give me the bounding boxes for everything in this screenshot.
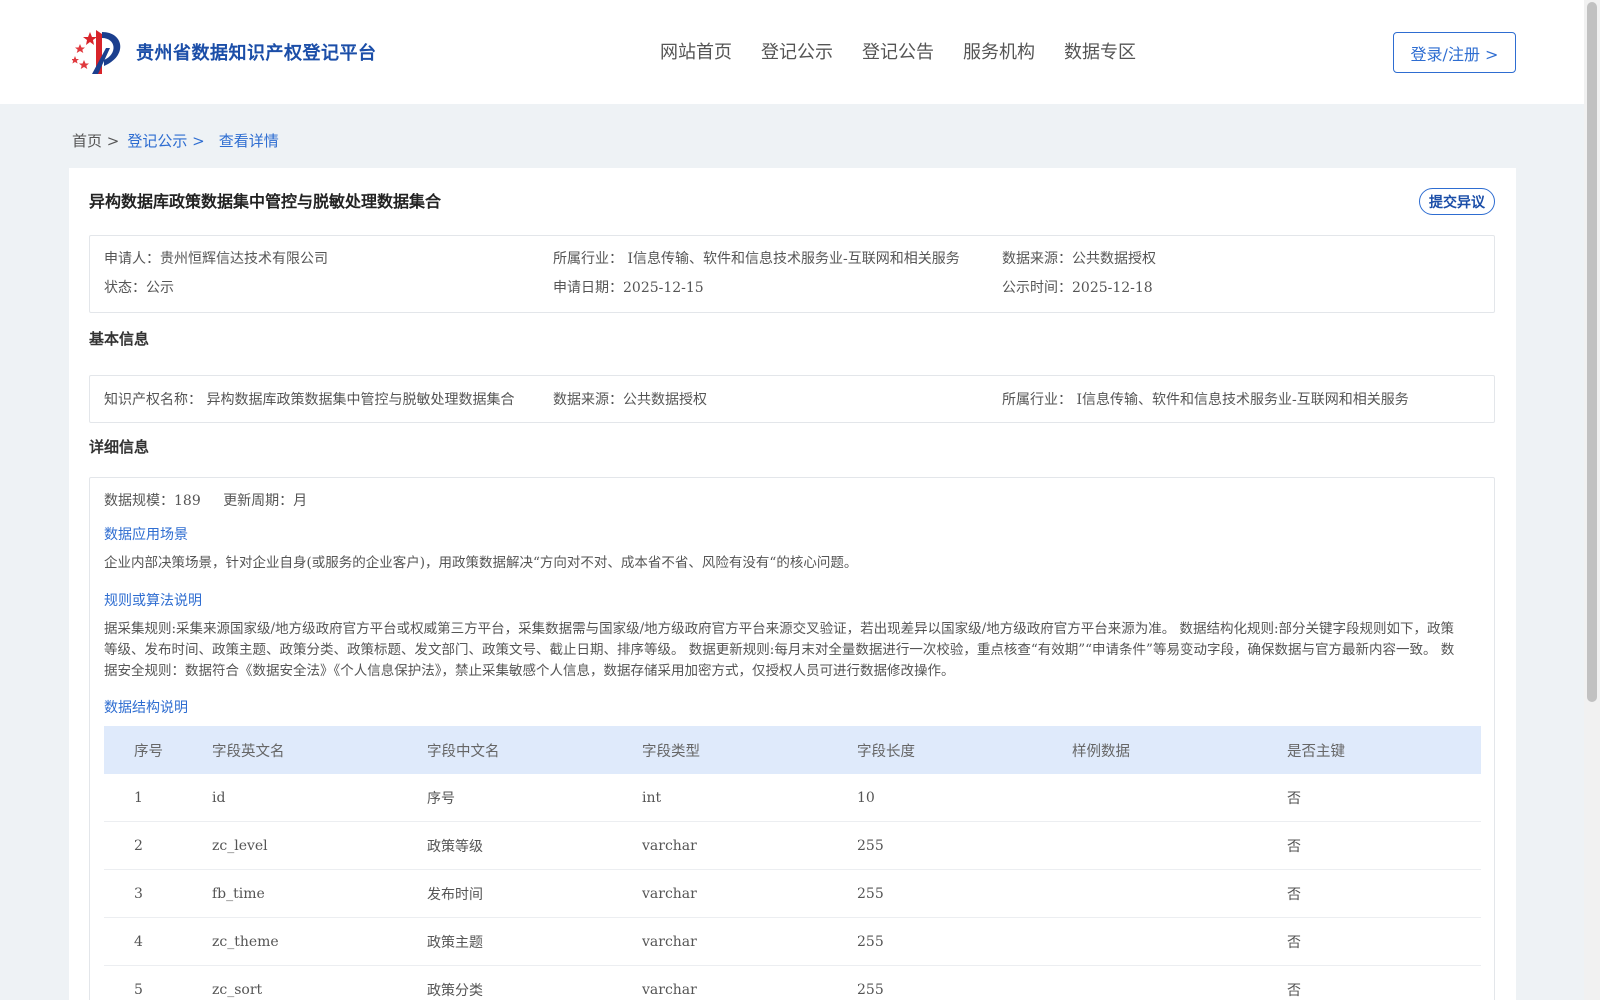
table-row: 5 zc_sort 政策分类 varchar 255 否 [104, 966, 1481, 1000]
table-header-row: 序号 字段英文名 字段中文名 字段类型 字段长度 样例数据 是否主键 [104, 726, 1481, 774]
update-cycle: 更新周期：月 [223, 493, 308, 509]
scenario-text: 企业内部决策场景，针对企业自身(或服务的企业客户)，用政策数据解决“方向对不对、… [104, 555, 858, 571]
cell-index: 3 [134, 885, 143, 902]
data-source-field: 数据来源：公共数据授权 [1002, 251, 1156, 267]
field-structure-table: 序号 字段英文名 字段中文名 字段类型 字段长度 样例数据 是否主键 1 id … [104, 726, 1481, 1000]
breadcrumb-home[interactable]: 首页 > [72, 130, 119, 151]
cell-field-cn: 政策分类 [427, 982, 483, 999]
cell-primary-key: 否 [1287, 982, 1301, 999]
basic-info-box: 知识产权名称： 异构数据库政策数据集中管控与脱敏处理数据集合 数据来源：公共数据… [89, 375, 1495, 423]
structure-heading: 数据结构说明 [104, 700, 188, 716]
ip-name-field: 知识产权名称： 异构数据库政策数据集中管控与脱敏处理数据集合 [104, 392, 515, 408]
table-row: 1 id 序号 int 10 否 [104, 774, 1481, 822]
logo-emblem-icon [71, 26, 130, 78]
col-header-field-length: 字段长度 [857, 743, 915, 760]
cell-field-type: varchar [642, 981, 697, 998]
breadcrumb: 首页 > 登记公示 > 查看详情 [72, 130, 287, 151]
basic-data-source-field: 数据来源：公共数据授权 [553, 392, 707, 408]
cell-field-cn: 政策等级 [427, 838, 483, 855]
cell-field-cn: 政策主题 [427, 934, 483, 951]
apply-date-field: 申请日期：2025-12-15 [553, 280, 704, 296]
cell-field-length: 10 [857, 789, 875, 806]
login-register-button[interactable]: 登录/注册 > [1393, 32, 1516, 73]
cell-primary-key: 否 [1287, 886, 1301, 903]
detail-meta: 数据规模：189 更新周期：月 [104, 490, 325, 510]
cell-field-type: varchar [642, 837, 697, 854]
site-logo[interactable]: 贵州省数据知识产权登记平台 [71, 26, 377, 78]
cell-field-cn: 发布时间 [427, 886, 483, 903]
cell-index: 4 [134, 933, 143, 950]
nav-item-home[interactable]: 网站首页 [660, 38, 732, 64]
detail-card: 异构数据库政策数据集中管控与脱敏处理数据集合 提交异议 申请人：贵州恒辉信达技术… [69, 168, 1516, 1000]
table-row: 2 zc_level 政策等级 varchar 255 否 [104, 822, 1481, 870]
col-header-index: 序号 [134, 743, 163, 760]
col-header-field-en: 字段英文名 [212, 743, 285, 760]
nav-item-service-agencies[interactable]: 服务机构 [963, 38, 1035, 64]
cell-field-en: zc_level [212, 837, 268, 854]
cell-field-length: 255 [857, 933, 884, 950]
cell-field-en: id [212, 789, 226, 806]
summary-info-box: 申请人：贵州恒辉信达技术有限公司 所属行业： I信息传输、软件和信息技术服务业-… [89, 235, 1495, 313]
rule-text: 据采集规则:采集来源国家级/地方级政府官方平台或权威第三方平台，采集数据需与国家… [104, 621, 1455, 679]
industry-field: 所属行业： I信息传输、软件和信息技术服务业-互联网和相关服务 [553, 251, 960, 267]
detail-info-heading: 详细信息 [89, 438, 150, 456]
table-row: 3 fb_time 发布时间 varchar 255 否 [104, 870, 1481, 918]
cell-index: 2 [134, 837, 143, 854]
cell-index: 1 [134, 789, 143, 806]
cell-field-en: zc_sort [212, 981, 263, 998]
platform-name: 贵州省数据知识产权登记平台 [136, 43, 377, 64]
col-header-sample: 样例数据 [1072, 743, 1130, 760]
col-header-primary-key: 是否主键 [1287, 743, 1345, 760]
basic-industry-field: 所属行业： I信息传输、软件和信息技术服务业-互联网和相关服务 [1002, 392, 1409, 408]
col-header-field-type: 字段类型 [642, 743, 700, 760]
cell-index: 5 [134, 981, 143, 998]
site-header: 贵州省数据知识产权登记平台 网站首页 登记公示 登记公告 服务机构 数据专区 登… [0, 0, 1584, 104]
breadcrumb-current: 查看详情 [218, 132, 279, 150]
scrollbar-thumb[interactable] [1587, 2, 1597, 702]
page-title: 异构数据库政策数据集中管控与脱敏处理数据集合 [89, 192, 442, 211]
basic-info-heading: 基本信息 [89, 330, 150, 348]
rule-heading: 规则或算法说明 [104, 593, 202, 609]
publish-date-field: 公示时间：2025-12-18 [1002, 280, 1153, 296]
nav-item-registration-announcement[interactable]: 登记公告 [862, 38, 934, 64]
nav-item-data-zone[interactable]: 数据专区 [1064, 38, 1136, 64]
cell-field-type: varchar [642, 933, 697, 950]
cell-primary-key: 否 [1287, 790, 1301, 807]
cell-field-length: 255 [857, 981, 884, 998]
cell-field-type: int [642, 789, 662, 806]
cell-field-en: zc_theme [212, 933, 279, 950]
table-row: 4 zc_theme 政策主题 varchar 255 否 [104, 918, 1481, 966]
cell-field-en: fb_time [212, 885, 265, 902]
cell-primary-key: 否 [1287, 838, 1301, 855]
cell-field-length: 255 [857, 837, 884, 854]
cell-field-cn: 序号 [427, 790, 455, 807]
cell-primary-key: 否 [1287, 934, 1301, 951]
col-header-field-cn: 字段中文名 [427, 743, 500, 760]
cell-field-length: 255 [857, 885, 884, 902]
detail-info-box: 数据规模：189 更新周期：月 数据应用场景 企业内部决策场景，针对企业自身(或… [89, 477, 1495, 1000]
applicant-field: 申请人：贵州恒辉信达技术有限公司 [104, 251, 328, 267]
status-field: 状态：公示 [104, 280, 174, 296]
main-nav: 网站首页 登记公示 登记公告 服务机构 数据专区 [660, 38, 1165, 64]
data-scale: 数据规模：189 [104, 493, 201, 509]
submit-objection-button[interactable]: 提交异议 [1419, 188, 1495, 215]
cell-field-type: varchar [642, 885, 697, 902]
nav-item-registration-publicity[interactable]: 登记公示 [761, 38, 833, 64]
breadcrumb-registration-publicity[interactable]: 登记公示 > [127, 130, 204, 151]
page-scrollbar[interactable] [1584, 0, 1600, 1000]
scenario-heading: 数据应用场景 [104, 527, 188, 543]
